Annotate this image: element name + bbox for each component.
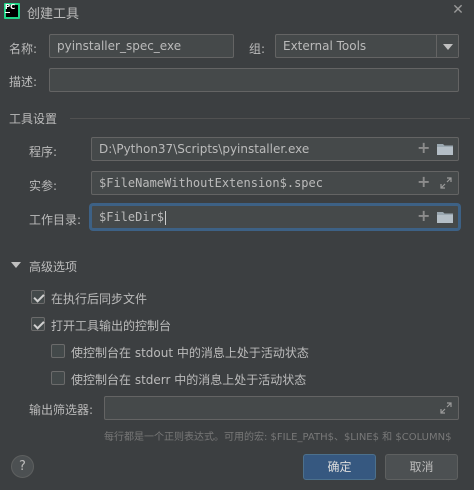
open-console-checkbox[interactable]	[31, 317, 45, 331]
advanced-options-toggle[interactable]: 高级选项	[29, 258, 77, 275]
folder-icon[interactable]	[437, 143, 453, 155]
stdout-active-checkbox[interactable]	[51, 344, 65, 358]
cancel-button[interactable]: 取消	[385, 454, 458, 480]
name-label: 名称:	[9, 42, 38, 56]
window-title: 创建工具	[27, 7, 80, 22]
arguments-field[interactable]: $FileNameWithoutExtension$.spec	[91, 171, 459, 195]
sync-files-checkbox[interactable]	[31, 290, 45, 304]
sync-files-label: 在执行后同步文件	[51, 292, 148, 306]
close-icon[interactable]: ✕	[447, 0, 469, 20]
group-select[interactable]: External Tools	[275, 34, 459, 58]
program-field[interactable]: D:\Python37\Scripts\pyinstaller.exe	[91, 137, 459, 161]
tool-settings-title: 工具设置	[9, 112, 58, 126]
arguments-label: 实参:	[29, 179, 58, 193]
section-divider	[70, 118, 470, 119]
description-label: 描述:	[9, 75, 38, 89]
open-console-label: 打开工具输出的控制台	[51, 319, 172, 333]
program-label: 程序:	[29, 145, 58, 159]
plus-icon[interactable]: +	[417, 140, 430, 156]
working-directory-label: 工作目录:	[29, 213, 82, 227]
plus-icon[interactable]: +	[417, 174, 430, 190]
macro-hint: 每行都是一个正则表达式。可用的宏: $FILE_PATH$、$LINE$ 和 $…	[104, 432, 452, 443]
stderr-active-checkbox[interactable]	[51, 371, 65, 385]
ok-button[interactable]: 确定	[303, 454, 376, 480]
triangle-down-icon[interactable]	[11, 262, 21, 270]
pycharm-logo-icon: PC	[4, 3, 20, 19]
description-field[interactable]	[49, 68, 459, 92]
name-field[interactable]: pyinstaller_spec_exe	[49, 34, 234, 58]
stderr-active-label: 使控制台在 stderr 中的消息上处于活动状态	[71, 373, 307, 387]
folder-icon[interactable]	[437, 211, 453, 223]
title-bar: PC 创建工具 ✕	[0, 0, 474, 22]
expand-icon[interactable]	[440, 177, 452, 189]
plus-icon[interactable]: +	[417, 208, 430, 224]
help-button[interactable]: ?	[11, 455, 34, 478]
text-cursor	[165, 210, 167, 225]
output-filters-label: 输出筛选器:	[29, 403, 94, 417]
expand-icon[interactable]	[440, 402, 452, 414]
chevron-down-icon[interactable]	[436, 35, 458, 57]
working-directory-field[interactable]: $FileDir$	[91, 205, 459, 229]
stdout-active-label: 使控制台在 stdout 中的消息上处于活动状态	[71, 346, 309, 360]
group-label: 组:	[249, 42, 266, 56]
output-filters-field[interactable]	[104, 396, 459, 420]
